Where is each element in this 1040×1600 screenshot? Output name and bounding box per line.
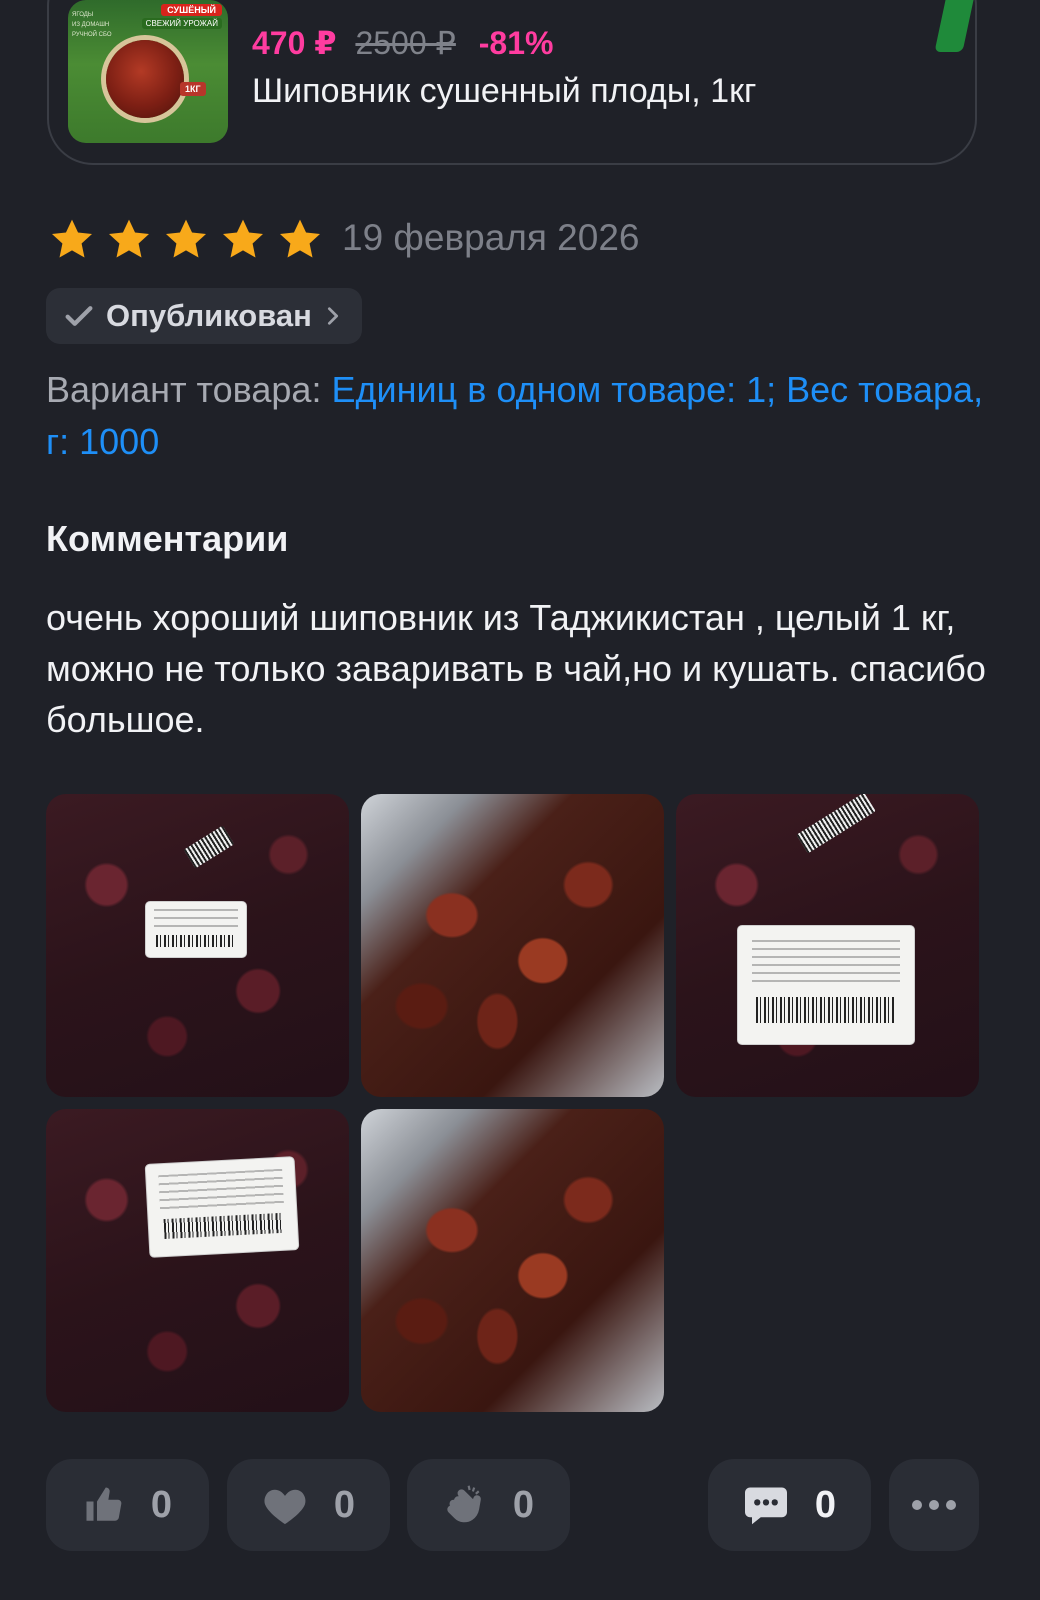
clap-count: 0 bbox=[512, 1483, 535, 1526]
photo-product-label bbox=[738, 926, 914, 1044]
product-thumbnail[interactable]: ЯГОДЫ ИЗ ДОМАШН РУЧНОЙ СБО СУШЁНЫЙ СВЕЖИ… bbox=[68, 0, 228, 143]
thumbs-up-icon bbox=[86, 1487, 122, 1521]
clap-reaction-button[interactable]: 0 bbox=[407, 1459, 570, 1551]
thumbnail-weight-badge: 1КГ bbox=[180, 82, 206, 96]
thumbnail-berries-plate bbox=[106, 40, 184, 118]
review-date: 19 февраля 2026 bbox=[342, 217, 640, 258]
more-dots-icon bbox=[912, 1500, 956, 1510]
chevron-right-icon bbox=[327, 307, 338, 325]
photo-product-label bbox=[146, 902, 246, 957]
like-button[interactable]: 0 bbox=[46, 1459, 209, 1551]
discount-badge: -81% bbox=[478, 25, 554, 61]
price-row: 470 ₽ 2500 ₽ -81% bbox=[252, 24, 553, 62]
clapping-hands-icon bbox=[447, 1485, 481, 1523]
heart-reaction-button[interactable]: 0 bbox=[227, 1459, 390, 1551]
more-options-button[interactable] bbox=[889, 1459, 979, 1551]
product-variant: Вариант товара: Единиц в одном товаре: 1… bbox=[46, 364, 1006, 468]
variant-label: Вариант товара: bbox=[46, 369, 322, 410]
heart-icon bbox=[264, 1489, 306, 1525]
star-icon bbox=[166, 219, 206, 258]
thumbnail-side-text: ЯГОДЫ ИЗ ДОМАШН РУЧНОЙ СБО bbox=[72, 12, 112, 38]
thumbnail-harvest-badge: СВЕЖИЙ УРОЖАЙ bbox=[141, 18, 222, 29]
review-photo-5[interactable] bbox=[361, 1109, 664, 1412]
star-icon bbox=[223, 219, 263, 258]
rating-stars bbox=[47, 215, 325, 265]
heart-count: 0 bbox=[333, 1483, 356, 1526]
comment-text: очень хороший шиповник из Таджикистан , … bbox=[46, 597, 986, 740]
review-photo-4[interactable] bbox=[46, 1109, 349, 1412]
review-photo-1[interactable] bbox=[46, 794, 349, 1097]
price-old: 2500 ₽ bbox=[355, 25, 456, 61]
review-photo-3[interactable] bbox=[676, 794, 979, 1097]
product-title[interactable]: Шиповник сушенный плоды, 1кг bbox=[252, 72, 756, 111]
photo-barcode-sticker bbox=[796, 794, 876, 854]
speech-bubble-icon bbox=[744, 1487, 787, 1525]
review-photo-2[interactable] bbox=[361, 794, 664, 1097]
checkmark-icon bbox=[65, 306, 93, 326]
photo-barcode-sticker bbox=[183, 825, 235, 869]
comments-button[interactable]: 0 bbox=[708, 1459, 871, 1551]
comments-heading: Комментарии bbox=[46, 518, 289, 559]
star-icon bbox=[280, 219, 320, 258]
status-published-button[interactable]: Опубликован bbox=[46, 288, 362, 344]
price-current: 470 ₽ bbox=[252, 25, 337, 61]
star-icon bbox=[52, 219, 92, 258]
status-label: Опубликован bbox=[106, 298, 312, 333]
thumbnail-dried-badge: СУШЁНЫЙ bbox=[161, 4, 222, 16]
photo-product-label bbox=[145, 1157, 299, 1257]
star-icon bbox=[109, 219, 149, 258]
like-count: 0 bbox=[150, 1483, 173, 1526]
comment-count: 0 bbox=[814, 1483, 837, 1526]
